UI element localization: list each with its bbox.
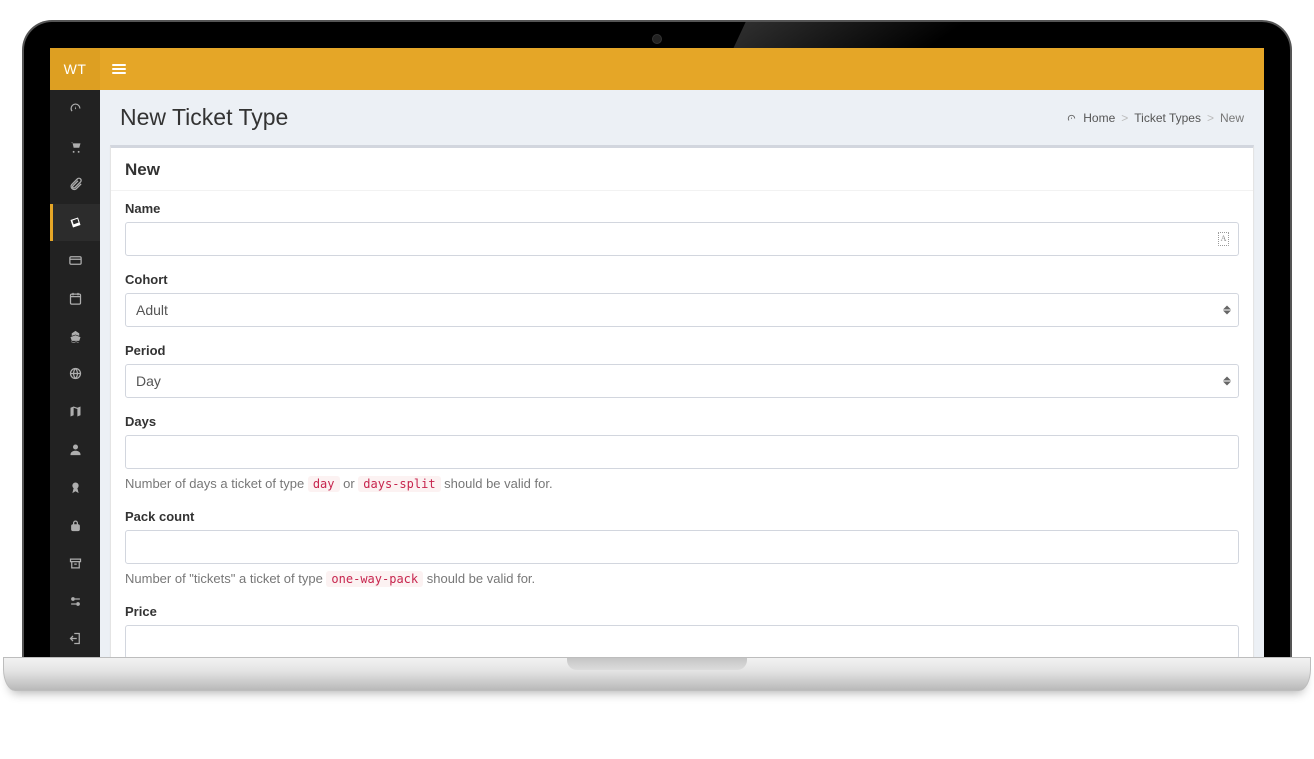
cart-icon <box>68 139 83 154</box>
code-day: day <box>308 476 340 492</box>
sidebar-item-attachments[interactable] <box>50 166 100 204</box>
sidebar-item-tickets[interactable] <box>50 204 100 242</box>
page-title: New Ticket Type <box>120 104 288 131</box>
sidebar-item-dashboard[interactable] <box>50 90 100 128</box>
badge-icon <box>68 480 83 495</box>
laptop-frame: WT <box>22 20 1292 691</box>
name-label: Name <box>125 201 1239 216</box>
paperclip-icon <box>68 177 83 192</box>
sidebar-item-user[interactable] <box>50 431 100 469</box>
sidebar-item-logout[interactable] <box>50 620 100 658</box>
sidebar-item-globe[interactable] <box>50 355 100 393</box>
breadcrumb-current: New <box>1220 111 1244 125</box>
sidebar-item-ship[interactable] <box>50 317 100 355</box>
ship-icon <box>68 329 83 344</box>
sidebar-item-cart[interactable] <box>50 128 100 166</box>
period-select[interactable]: Day <box>125 364 1239 398</box>
page-header: New Ticket Type Home > Ticket Types > Ne… <box>100 90 1264 145</box>
sidebar-item-card[interactable] <box>50 241 100 279</box>
field-cohort: Cohort Adult <box>125 272 1239 327</box>
topbar: WT <box>50 48 1264 90</box>
price-input[interactable] <box>125 625 1239 658</box>
brand-logo[interactable]: WT <box>50 48 100 90</box>
field-name: Name A <box>125 201 1239 256</box>
laptop-lid: WT <box>22 20 1292 658</box>
pack-count-input[interactable] <box>125 530 1239 564</box>
sidebar-item-settings[interactable] <box>50 582 100 620</box>
breadcrumb-sep: > <box>1121 111 1128 125</box>
sidebar-item-calendar[interactable] <box>50 279 100 317</box>
archive-icon <box>68 556 83 571</box>
field-pack-count: Pack count Number of "tickets" a ticket … <box>125 509 1239 588</box>
breadcrumb-home[interactable]: Home <box>1083 111 1115 125</box>
panel-title: New <box>111 148 1253 191</box>
lock-icon <box>68 518 83 533</box>
panel-body: Name A Cohort Adult <box>111 191 1253 658</box>
name-input[interactable] <box>125 222 1239 256</box>
hamburger-icon <box>112 64 126 74</box>
laptop-base <box>3 657 1311 691</box>
form-panel: New Name A Cohort <box>110 145 1254 658</box>
pack-count-label: Pack count <box>125 509 1239 524</box>
app-body: New Ticket Type Home > Ticket Types > Ne… <box>50 90 1264 658</box>
settings-icon <box>68 594 83 609</box>
card-icon <box>68 253 83 268</box>
ticket-icon <box>68 215 83 230</box>
user-icon <box>68 442 83 457</box>
pack-count-help: Number of "tickets" a ticket of type one… <box>125 570 1239 588</box>
calendar-icon <box>68 291 83 306</box>
sidebar-item-archive[interactable] <box>50 544 100 582</box>
breadcrumb: Home > Ticket Types > New <box>1066 111 1244 125</box>
code-days-split: days-split <box>358 476 440 492</box>
sidebar <box>50 90 100 658</box>
dashboard-icon <box>68 101 83 116</box>
days-input[interactable] <box>125 435 1239 469</box>
sidebar-item-lock[interactable] <box>50 506 100 544</box>
dashboard-icon <box>1066 113 1077 124</box>
logout-icon <box>68 631 83 646</box>
screen: WT <box>50 48 1264 658</box>
field-price: Price Price in cents <box>125 604 1239 658</box>
cohort-label: Cohort <box>125 272 1239 287</box>
sidebar-item-map[interactable] <box>50 393 100 431</box>
field-days: Days Number of days a ticket of type day… <box>125 414 1239 493</box>
days-help: Number of days a ticket of type day or d… <box>125 475 1239 493</box>
cohort-select[interactable]: Adult <box>125 293 1239 327</box>
period-label: Period <box>125 343 1239 358</box>
map-icon <box>68 404 83 419</box>
input-autofill-icon: A <box>1218 232 1229 246</box>
price-label: Price <box>125 604 1239 619</box>
field-period: Period Day <box>125 343 1239 398</box>
sidebar-toggle-button[interactable] <box>100 48 138 90</box>
code-one-way-pack: one-way-pack <box>326 571 423 587</box>
breadcrumb-sep: > <box>1207 111 1214 125</box>
content: New Ticket Type Home > Ticket Types > Ne… <box>100 90 1264 658</box>
breadcrumb-ticket-types[interactable]: Ticket Types <box>1134 111 1201 125</box>
sidebar-item-badge[interactable] <box>50 469 100 507</box>
globe-icon <box>68 366 83 381</box>
days-label: Days <box>125 414 1239 429</box>
